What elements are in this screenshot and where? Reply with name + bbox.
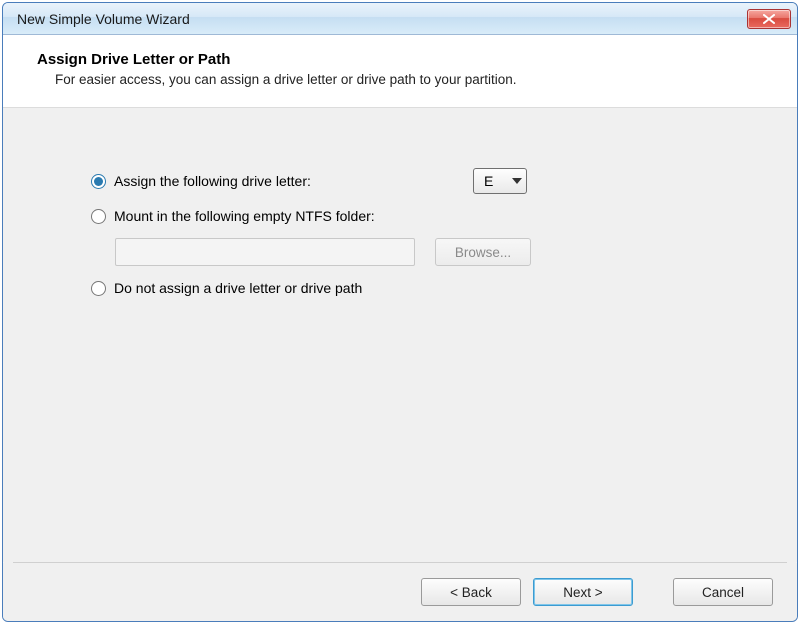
- radio-mount-folder[interactable]: [91, 209, 106, 224]
- titlebar: New Simple Volume Wizard: [3, 3, 797, 35]
- close-icon: [763, 14, 775, 24]
- next-button[interactable]: Next >: [533, 578, 633, 606]
- close-button[interactable]: [747, 9, 791, 29]
- option-assign-letter-row: Assign the following drive letter: E: [91, 168, 737, 194]
- radio-no-assign[interactable]: [91, 281, 106, 296]
- wizard-footer: < Back Next > Cancel: [3, 563, 797, 621]
- drive-letter-dropdown[interactable]: E: [473, 168, 527, 194]
- chevron-down-icon: [512, 178, 522, 184]
- option-mount-folder-row: Mount in the following empty NTFS folder…: [91, 208, 737, 224]
- drive-letter-value: E: [484, 173, 502, 189]
- page-title: Assign Drive Letter or Path: [37, 51, 773, 68]
- back-button[interactable]: < Back: [421, 578, 521, 606]
- radio-assign-letter-label: Assign the following drive letter:: [114, 173, 311, 189]
- option-no-assign-row: Do not assign a drive letter or drive pa…: [91, 280, 737, 296]
- browse-button[interactable]: Browse...: [435, 238, 531, 266]
- cancel-button[interactable]: Cancel: [673, 578, 773, 606]
- radio-mount-folder-label: Mount in the following empty NTFS folder…: [114, 208, 375, 224]
- mount-path-input[interactable]: [115, 238, 415, 266]
- mount-path-row: Browse...: [115, 238, 737, 266]
- wizard-header: Assign Drive Letter or Path For easier a…: [3, 35, 797, 108]
- page-subtitle: For easier access, you can assign a driv…: [37, 72, 773, 87]
- radio-no-assign-label: Do not assign a drive letter or drive pa…: [114, 280, 362, 296]
- wizard-body: Assign the following drive letter: E Mou…: [3, 108, 797, 562]
- radio-assign-letter[interactable]: [91, 174, 106, 189]
- wizard-window: New Simple Volume Wizard Assign Drive Le…: [2, 2, 798, 622]
- window-title: New Simple Volume Wizard: [17, 11, 747, 27]
